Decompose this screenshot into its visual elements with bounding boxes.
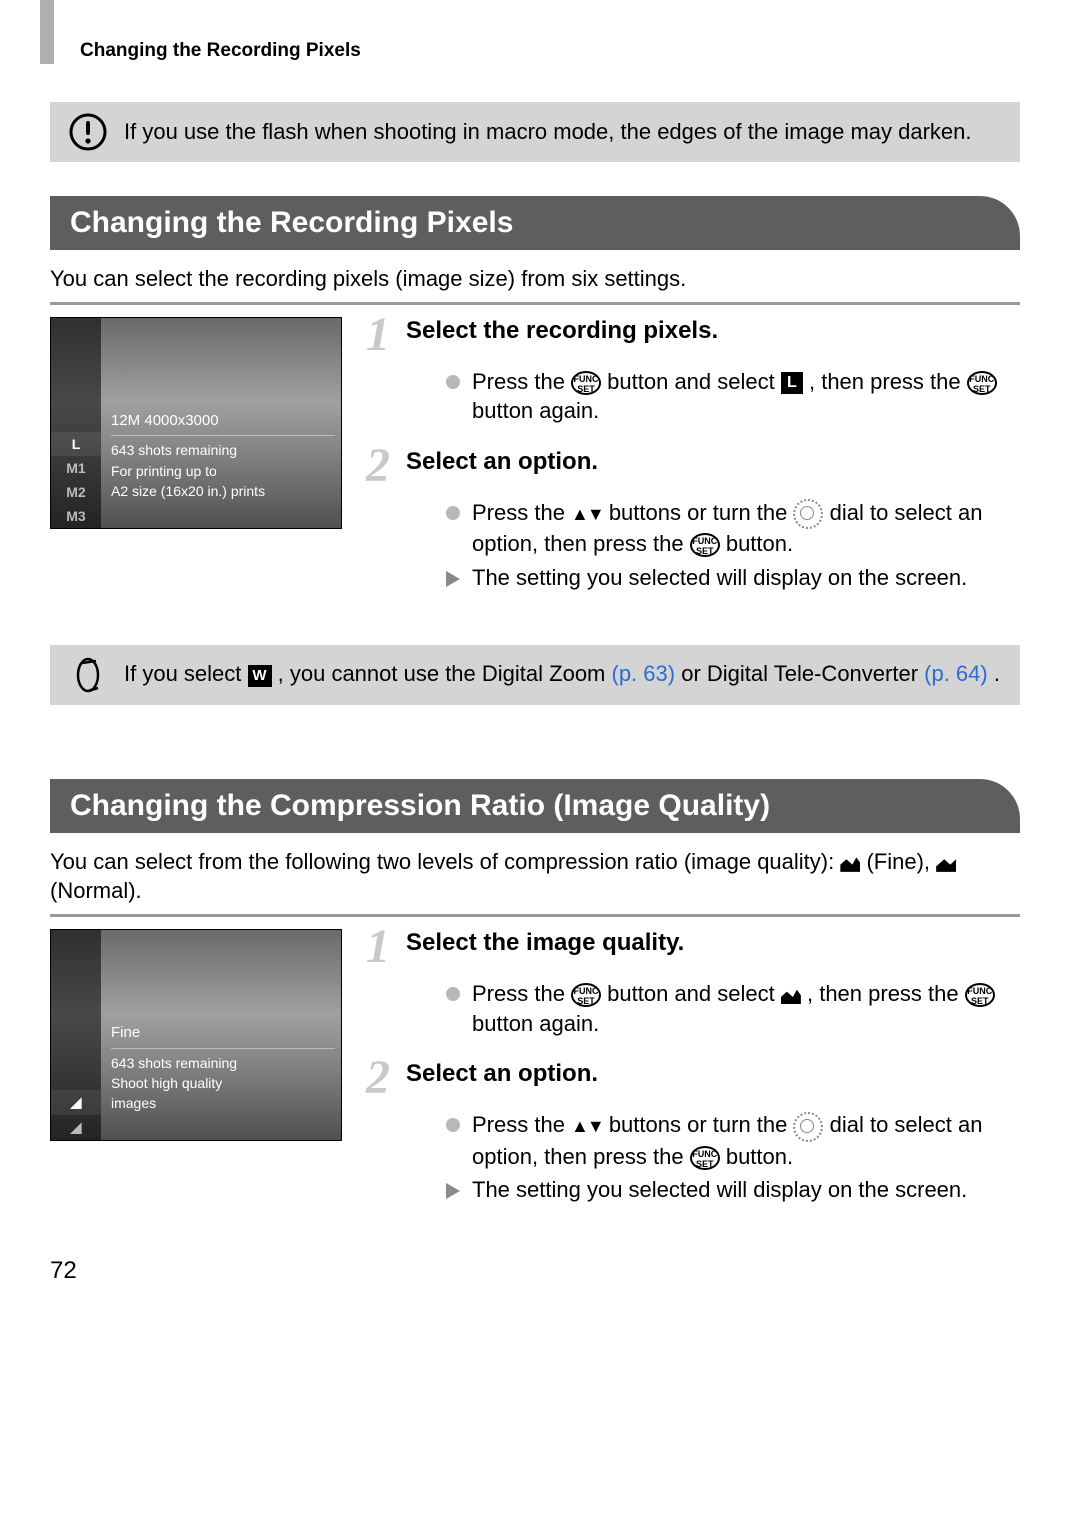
section2-body: ◢ ◢ Fine 643 shots remaining Shoot high … xyxy=(50,929,1020,1227)
page-number: 72 xyxy=(50,1257,1020,1285)
page-ref-link[interactable]: (p. 64) xyxy=(924,661,988,686)
control-dial-icon xyxy=(793,1112,823,1142)
func-set-icon: FUNCSET xyxy=(571,983,601,1007)
side-tab-marker xyxy=(40,0,54,64)
step-number-icon: 1 xyxy=(366,919,390,974)
page-ref-link[interactable]: (p. 63) xyxy=(612,661,676,686)
func-set-icon: FUNCSET xyxy=(967,371,997,395)
fine-quality-icon xyxy=(781,986,801,1004)
step2-body: Press the ▲▼ buttons or turn the dial to… xyxy=(446,1110,1020,1171)
step-1: 1 Select the recording pixels. Press the… xyxy=(372,317,1020,426)
lcd-line: A2 size (16x20 in.) prints xyxy=(111,481,335,501)
running-head: Changing the Recording Pixels xyxy=(80,40,1020,62)
lcd-side-item: M1 xyxy=(51,456,101,480)
lcd-fine-icon: ◢ xyxy=(51,1090,101,1115)
step-number-icon: 2 xyxy=(366,438,390,493)
func-set-icon: FUNCSET xyxy=(690,533,720,557)
lcd-line: 643 shots remaining xyxy=(111,1053,335,1073)
step-2: 2 Select an option. Press the ▲▼ buttons… xyxy=(372,1060,1020,1205)
warning-callout: If you use the flash when shooting in ma… xyxy=(50,102,1020,162)
lcd-line: For printing up to xyxy=(111,461,335,481)
note-icon xyxy=(68,655,112,695)
step1-title: Select the image quality. xyxy=(406,929,1020,957)
lcd-line: 643 shots remaining xyxy=(111,440,335,460)
lcd-side-item: M3 xyxy=(51,504,101,528)
lcd-side-item: L xyxy=(51,432,101,456)
func-set-icon: FUNCSET xyxy=(571,371,601,395)
step2-body: Press the ▲▼ buttons or turn the dial to… xyxy=(446,498,1020,559)
note-callout: If you select W , you cannot use the Dig… xyxy=(50,645,1020,705)
divider xyxy=(50,302,1020,305)
step-number-icon: 1 xyxy=(366,307,390,362)
size-W-icon: W xyxy=(248,665,272,687)
control-dial-icon xyxy=(793,499,823,529)
lcd-line: Shoot high quality xyxy=(111,1073,335,1093)
normal-quality-icon xyxy=(936,854,956,872)
size-L-icon: L xyxy=(781,372,803,394)
func-set-icon: FUNCSET xyxy=(690,1146,720,1170)
warning-text: If you use the flash when shooting in ma… xyxy=(124,118,972,147)
step-1: 1 Select the image quality. Press the FU… xyxy=(372,929,1020,1038)
section1-body: L M1 M2 M3 12M 4000x3000 643 shots remai… xyxy=(50,317,1020,615)
func-set-icon: FUNCSET xyxy=(965,983,995,1007)
lcd-line: images xyxy=(111,1093,335,1113)
fine-quality-icon xyxy=(840,854,860,872)
up-down-icon: ▲▼ xyxy=(571,502,603,526)
divider xyxy=(50,914,1020,917)
step-2: 2 Select an option. Press the ▲▼ buttons… xyxy=(372,448,1020,593)
step1-title: Select the recording pixels. xyxy=(406,317,1020,345)
section1-intro: You can select the recording pixels (ima… xyxy=(50,264,1020,294)
warning-icon xyxy=(68,112,112,152)
section2-intro: You can select from the following two le… xyxy=(50,847,1020,906)
step1-body: Press the FUNCSET button and select , th… xyxy=(446,979,1020,1038)
step-number-icon: 2 xyxy=(366,1050,390,1105)
step1-body: Press the FUNCSET button and select L , … xyxy=(446,367,1020,426)
section-heading-pixels: Changing the Recording Pixels xyxy=(50,196,1020,250)
section-heading-compression: Changing the Compression Ratio (Image Qu… xyxy=(50,779,1020,833)
lcd-side-item: M2 xyxy=(51,480,101,504)
step2-title: Select an option. xyxy=(406,448,1020,476)
step2-result: The setting you selected will display on… xyxy=(446,1175,1020,1205)
lcd-screenshot-1: L M1 M2 M3 12M 4000x3000 643 shots remai… xyxy=(50,317,342,615)
step2-title: Select an option. xyxy=(406,1060,1020,1088)
lcd-title: 12M 4000x3000 xyxy=(111,410,335,437)
lcd-normal-icon: ◢ xyxy=(51,1115,101,1140)
lcd-screenshot-2: ◢ ◢ Fine 643 shots remaining Shoot high … xyxy=(50,929,342,1227)
up-down-icon: ▲▼ xyxy=(571,1114,603,1138)
step2-result: The setting you selected will display on… xyxy=(446,563,1020,593)
lcd-title: Fine xyxy=(111,1022,335,1049)
note-text: If you select W , you cannot use the Dig… xyxy=(124,660,1000,689)
manual-page: Changing the Recording Pixels If you use… xyxy=(0,0,1080,1325)
